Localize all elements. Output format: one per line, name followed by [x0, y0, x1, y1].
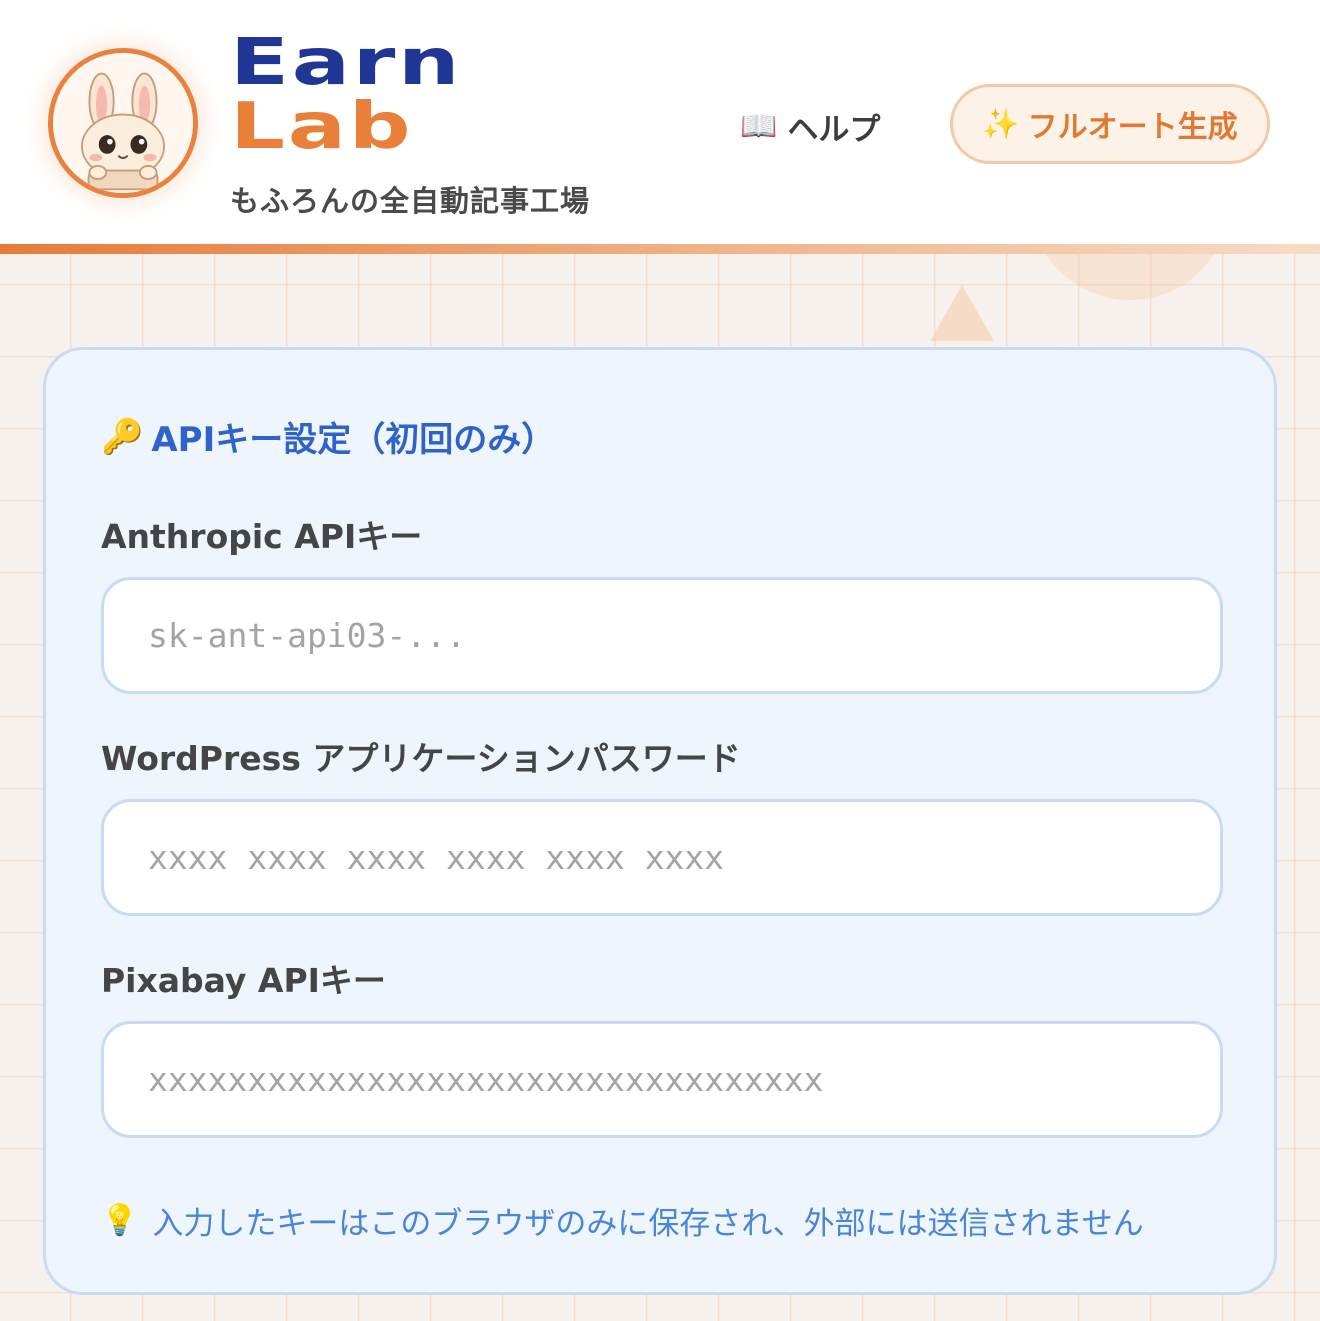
wordpress-app-password-input[interactable]: [101, 799, 1223, 916]
help-label: ヘルプ: [787, 112, 881, 148]
card-title: 🔑 APIキー設定（初回のみ）: [101, 412, 555, 461]
privacy-note-text: 入力したキーはこのブラウザのみに保存され、外部には送信されません: [152, 1206, 1144, 1242]
full-auto-generate-button[interactable]: ✨ フルオート生成: [950, 84, 1270, 164]
lightbulb-icon: 💡: [101, 1203, 139, 1238]
key-icon: 🔑: [101, 416, 144, 457]
book-icon: 📖: [740, 109, 778, 144]
bunny-mascot-avatar: [48, 48, 198, 198]
app-header: Earn Lab もふろんの全自動記事工場 📖 ヘルプ ✨ フルオート生成: [0, 0, 1320, 245]
card-title-text: APIキー設定（初回のみ）: [151, 420, 556, 460]
logo-lab-text: Lab: [230, 90, 414, 164]
header-accent-stripe: [0, 244, 1320, 254]
wordpress-app-password-label: WordPress アプリケーションパスワード: [101, 739, 741, 778]
api-key-settings-card: 🔑 APIキー設定（初回のみ） Anthropic APIキー WordPres…: [43, 347, 1277, 1295]
sparkles-icon: ✨: [982, 106, 1020, 142]
full-auto-generate-label: フルオート生成: [1027, 110, 1238, 145]
pixabay-api-key-input[interactable]: [101, 1021, 1223, 1138]
help-link[interactable]: 📖 ヘルプ: [740, 104, 880, 149]
app-tagline: もふろんの全自動記事工場: [230, 184, 591, 218]
anthropic-api-key-input[interactable]: [101, 577, 1223, 694]
privacy-note: 💡 入力したキーはこのブラウザのみに保存され、外部には送信されません: [101, 1198, 1144, 1243]
logo-earn-text: Earn: [230, 26, 463, 100]
background-decoration-triangle: [930, 285, 994, 341]
bunny-mascot-icon: [53, 53, 193, 193]
anthropic-api-key-label: Anthropic APIキー: [101, 517, 423, 556]
pixabay-api-key-label: Pixabay APIキー: [101, 961, 386, 1000]
